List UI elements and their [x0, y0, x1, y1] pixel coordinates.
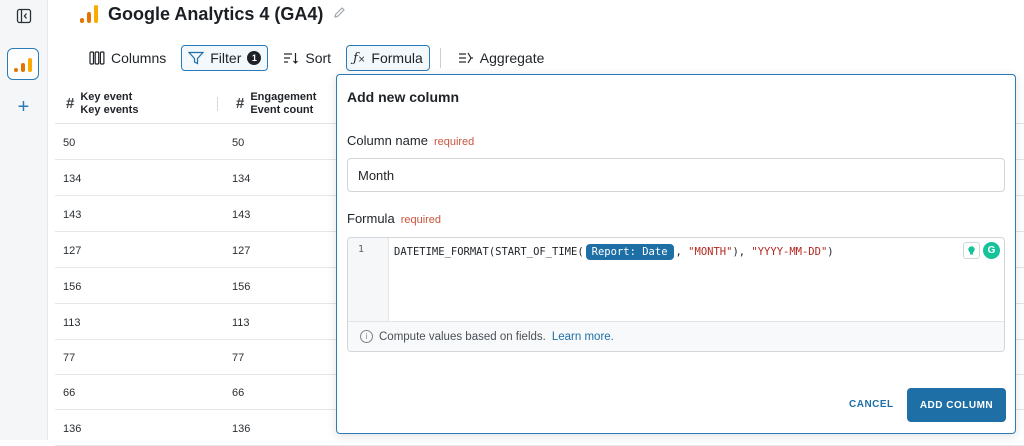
sort-icon [284, 53, 299, 64]
field-token[interactable]: Report: Date [585, 244, 674, 260]
formula-code[interactable]: DATETIME_FORMAT(START_OF_TIME(Report: Da… [394, 243, 834, 261]
lightbulb-icon[interactable] [963, 242, 980, 259]
dialog-title: Add new column [347, 89, 459, 105]
sort-button[interactable]: Sort [276, 45, 338, 71]
filter-label: Filter [210, 50, 242, 66]
column-name-input[interactable] [347, 158, 1005, 192]
analytics-app-tile[interactable] [7, 48, 39, 80]
sort-label: Sort [305, 50, 332, 66]
number-type-icon: # [236, 95, 245, 112]
columns-icon [89, 51, 105, 65]
formula-label: Formula [371, 50, 423, 66]
required-marker: required [400, 214, 442, 226]
toolbar: Columns Filter 1 Sort ƒ× Formula Aggrega… [82, 44, 551, 72]
info-icon: i [360, 330, 373, 343]
aggregate-button[interactable]: Aggregate [451, 45, 552, 71]
column-resize-handle[interactable] [217, 97, 218, 111]
toolbar-divider [439, 48, 441, 68]
edit-title-icon[interactable] [333, 6, 346, 22]
editor-extensions: G [963, 242, 1000, 259]
left-rail: + [0, 0, 48, 440]
line-gutter: 1 [348, 238, 389, 322]
formula-label: Formula required [347, 211, 442, 226]
column-header-event-count[interactable]: # Engagement Event count [236, 91, 316, 117]
cancel-button[interactable]: CANCEL [849, 399, 894, 410]
page-title: Google Analytics 4 (GA4) [108, 3, 324, 24]
grammarly-icon[interactable]: G [983, 242, 1000, 259]
collapse-sidebar-icon[interactable] [0, 4, 47, 28]
aggregate-icon [458, 52, 473, 64]
analytics-logo-icon [14, 68, 18, 72]
ga4-logo-icon [80, 5, 98, 23]
line-number: 1 [358, 244, 365, 255]
formula-editor[interactable]: 1 DATETIME_FORMAT(START_OF_TIME(Report: … [347, 237, 1005, 352]
aggregate-label: Aggregate [479, 50, 545, 66]
formula-hint: i Compute values based on fields. Learn … [348, 321, 1004, 351]
add-column-dialog: Add new column Column namerequired Formu… [336, 74, 1016, 434]
number-type-icon: # [66, 95, 75, 112]
column-name-label: Column name required [347, 133, 475, 148]
column-header-key-events[interactable]: # Key event Key events [66, 91, 138, 117]
columns-button[interactable]: Columns [82, 45, 173, 71]
formula-button[interactable]: ƒ× Formula [346, 45, 430, 71]
add-column-button[interactable]: ADD COLUMN [907, 388, 1006, 422]
add-source-icon[interactable]: + [0, 96, 47, 118]
columns-label: Columns [111, 50, 167, 66]
function-icon: ƒ× [353, 50, 366, 66]
page-header: Google Analytics 4 (GA4) [80, 2, 346, 26]
required-marker: required [433, 136, 475, 148]
filter-button[interactable]: Filter 1 [181, 45, 269, 71]
learn-more-link[interactable]: Learn more. [552, 331, 614, 343]
filter-count-badge: 1 [247, 51, 262, 65]
filter-icon [188, 51, 205, 65]
